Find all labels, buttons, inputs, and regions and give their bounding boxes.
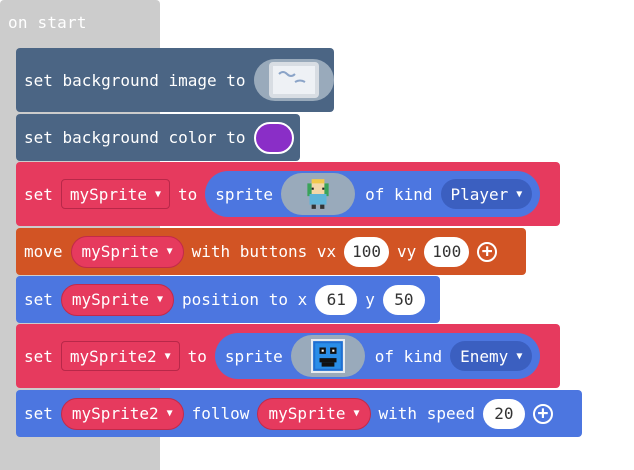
with-speed-label: with speed	[378, 404, 475, 423]
set-keyword: set	[24, 184, 53, 204]
kind-name: Player	[450, 184, 509, 204]
kind-dropdown-enemy[interactable]: Enemy ▼	[450, 341, 533, 371]
sprite-reporter-enemy[interactable]: sprite of kind Enemy ▼	[214, 333, 541, 379]
plus-icon[interactable]: +	[477, 241, 498, 262]
variable-name: mySprite	[81, 242, 159, 261]
sprite-keyword: sprite	[215, 184, 274, 204]
dropdown-caret-icon: ▼	[156, 294, 163, 305]
set-keyword: set	[24, 346, 53, 366]
mysprite2-variable-dropdown[interactable]: mySprite2 ▼	[60, 341, 180, 371]
set-keyword: set	[24, 404, 53, 423]
follow-keyword: follow	[191, 404, 250, 423]
speed-input[interactable]: 20	[482, 398, 525, 429]
move-with-buttons-block[interactable]: move mySprite ▼ with buttons vx 100 vy 1…	[16, 228, 526, 275]
set-background-image-block[interactable]: set background image to	[16, 48, 334, 112]
mysprite-variable-reporter[interactable]: mySprite ▼	[70, 235, 184, 268]
plus-icon[interactable]: +	[532, 403, 553, 424]
vy-label: vy	[397, 242, 417, 261]
set-background-image-label: set background image to	[24, 70, 246, 90]
enemy-sprite-image-picker[interactable]	[290, 335, 365, 377]
set-keyword: set	[24, 290, 53, 309]
dropdown-caret-icon: ▼	[353, 408, 360, 419]
sprite-reporter-player[interactable]: sprite of kind Player ▼	[205, 171, 541, 217]
set-mysprite2-block[interactable]: set mySprite2 ▼ to sprite of kind Enemy …	[16, 324, 560, 388]
dropdown-caret-icon: ▼	[516, 188, 523, 200]
variable-name: mySprite2	[69, 346, 157, 366]
follow-block[interactable]: set mySprite2 ▼ follow mySprite ▼ with s…	[16, 390, 582, 437]
to-keyword: to	[178, 184, 198, 204]
dropdown-caret-icon: ▼	[154, 188, 161, 200]
dropdown-caret-icon: ▼	[164, 350, 171, 362]
dropdown-caret-icon: ▼	[516, 350, 523, 362]
set-background-color-block[interactable]: set background color to	[16, 114, 300, 161]
vy-input[interactable]: 100	[424, 236, 470, 267]
set-position-block[interactable]: set mySprite ▼ position to x 61 y 50	[16, 276, 440, 323]
mysprite-variable-reporter[interactable]: mySprite ▼	[60, 283, 174, 316]
y-input[interactable]: 50	[382, 284, 425, 315]
sprite-keyword: sprite	[224, 346, 283, 366]
mysprite-variable-dropdown[interactable]: mySprite ▼	[60, 179, 170, 209]
set-background-color-label: set background color to	[24, 128, 246, 147]
kind-name: Enemy	[460, 346, 509, 366]
position-to-x-label: position to x	[182, 290, 308, 309]
dropdown-caret-icon: ▼	[166, 408, 173, 419]
kind-dropdown-player[interactable]: Player ▼	[440, 179, 533, 209]
dropdown-caret-icon: ▼	[166, 246, 173, 257]
variable-name: mySprite	[268, 404, 346, 423]
x-input[interactable]: 61	[315, 284, 358, 315]
mysprite2-variable-reporter[interactable]: mySprite2 ▼	[60, 397, 184, 430]
background-image-thumbnail	[268, 62, 319, 98]
of-kind-keyword: of kind	[374, 346, 443, 366]
variable-name: mySprite	[71, 290, 149, 309]
with-buttons-vx-label: with buttons vx	[191, 242, 337, 261]
player-sprite-image	[307, 179, 329, 209]
background-image-picker[interactable]	[253, 59, 334, 101]
move-keyword: move	[24, 242, 63, 261]
variable-name: mySprite	[69, 184, 147, 204]
player-sprite-image-picker[interactable]	[281, 173, 356, 215]
set-mysprite-block[interactable]: set mySprite ▼ to sprite of kind Player …	[16, 162, 560, 226]
follow-target-variable-reporter[interactable]: mySprite ▼	[257, 397, 371, 430]
vx-input[interactable]: 100	[344, 236, 390, 267]
variable-name: mySprite2	[71, 404, 159, 423]
of-kind-keyword: of kind	[365, 184, 433, 204]
on-start-label: on start	[8, 13, 87, 32]
y-label: y	[365, 290, 375, 309]
to-keyword: to	[187, 346, 207, 366]
enemy-sprite-image	[310, 339, 345, 373]
background-color-swatch[interactable]	[253, 121, 294, 154]
